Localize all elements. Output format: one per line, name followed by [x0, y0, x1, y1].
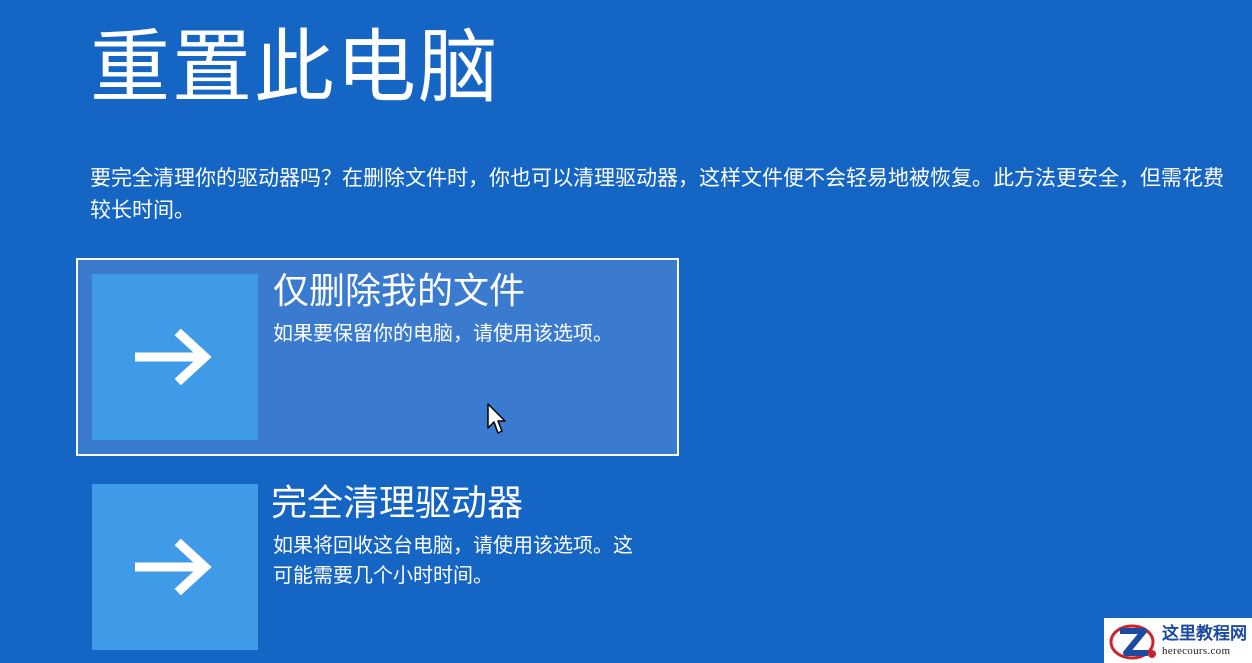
option-tile [92, 484, 258, 650]
watermark: 这里教程网 herecours.com [1104, 618, 1252, 663]
option-tile [92, 274, 258, 440]
option-title: 仅删除我的文件 [273, 271, 526, 312]
option-title: 完全清理驱动器 [271, 483, 524, 524]
option-fully-clean-drive[interactable]: 完全清理驱动器 如果将回收这台电脑，请使用该选项。这可能需要几个小时时间。 [76, 470, 679, 663]
mouse-pointer-icon [487, 403, 506, 434]
watermark-title: 这里教程网 [1162, 623, 1247, 644]
reset-pc-screen: 重置此电脑 要完全清理你的驱动器吗？在删除文件时，你也可以清理驱动器，这样文件便… [0, 0, 1252, 663]
page-title: 重置此电脑 [90, 21, 500, 114]
site-logo-icon [1109, 624, 1156, 659]
option-description: 如果要保留你的电脑，请使用该选项。 [273, 321, 613, 345]
option-remove-files-only[interactable]: 仅删除我的文件 如果要保留你的电脑，请使用该选项。 [76, 258, 679, 456]
page-description: 要完全清理你的驱动器吗？在删除文件时，你也可以清理驱动器，这样文件便不会轻易地被… [90, 166, 1224, 222]
watermark-url: herecours.com [1162, 644, 1231, 657]
option-description: 如果将回收这台电脑，请使用该选项。这可能需要几个小时时间。 [273, 533, 633, 587]
arrow-right-icon [135, 539, 212, 595]
arrow-right-icon [135, 329, 212, 385]
